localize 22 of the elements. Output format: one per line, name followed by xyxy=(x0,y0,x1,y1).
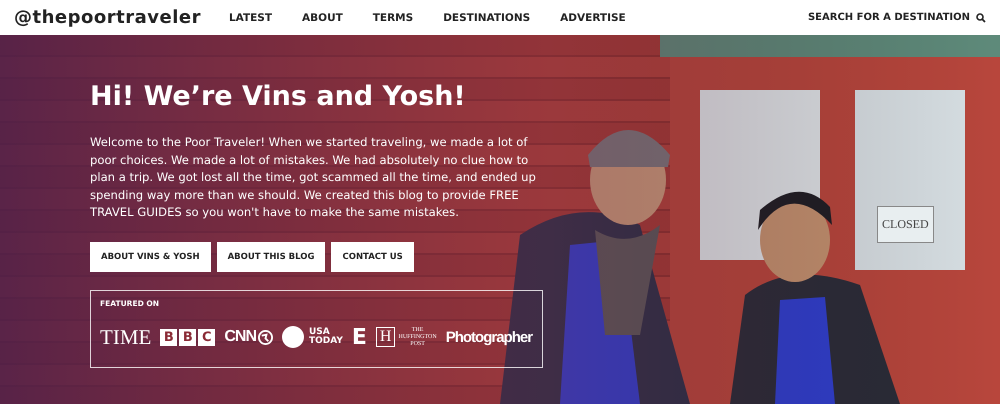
usa-today-logo: USA TODAY xyxy=(309,328,343,346)
nav-link[interactable]: ABOUT xyxy=(302,12,343,24)
nav-link[interactable]: ADVERTISE xyxy=(560,12,626,24)
bbc-logo-block: B xyxy=(179,328,196,346)
e-logo: E xyxy=(352,324,367,350)
time-logo: TIME xyxy=(100,324,152,350)
intro-paragraph: Welcome to the Poor Traveler! When we started traveling, we made a lot of poor choices. We made a lot of mistakes. We had absolutely no clue how to plan a trip. We got lost all the time, got scammed all the time, and ended up spending way more than we should. We created this blog to provide FREE TRAVEL GUIDES so you won't have to make the same mistakes. xyxy=(90,134,537,221)
nav-link[interactable]: DESTINATIONS xyxy=(443,12,530,24)
nav-link[interactable]: TERMS xyxy=(372,12,414,24)
hero-button[interactable]: ABOUT THIS BLOG xyxy=(216,242,326,272)
photographer-logo: Photographer xyxy=(446,328,532,346)
site-logo[interactable]: @thepoortraveler xyxy=(14,7,201,28)
hero-button[interactable]: ABOUT VINS & YOSH xyxy=(90,242,211,272)
cnn-logo: CNN xyxy=(224,328,256,346)
search-button[interactable]: SEARCH FOR A DESTINATION xyxy=(808,12,986,23)
bbc-logo-block: C xyxy=(198,328,216,346)
hero-title: Hi! We’re Vins and Yosh! xyxy=(90,81,467,112)
huffpost-mark: H xyxy=(376,327,396,347)
closed-sign: CLOSED xyxy=(877,206,934,243)
nav-link[interactable]: LATEST xyxy=(228,12,272,24)
hero-button[interactable]: CONTACT US xyxy=(331,242,414,272)
bbc-logo-block: B xyxy=(160,328,178,346)
